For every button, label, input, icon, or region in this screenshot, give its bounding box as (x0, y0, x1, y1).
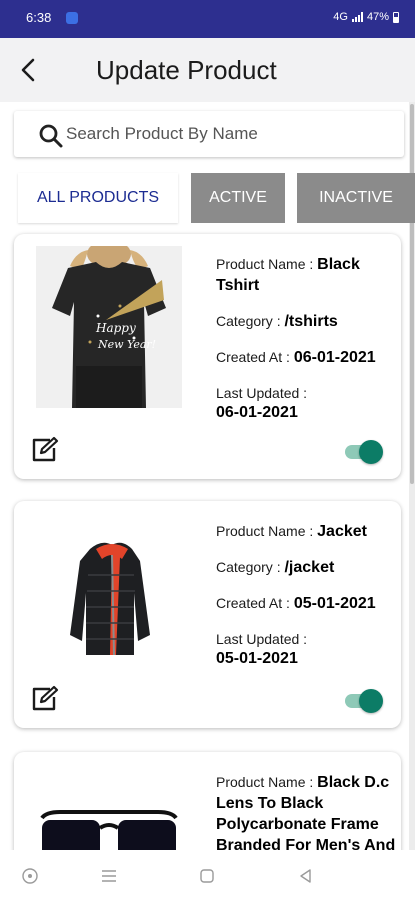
tab-inactive[interactable]: INACTIVE (297, 173, 415, 223)
arrow-left-icon (21, 58, 35, 82)
status-toggle[interactable] (345, 440, 383, 464)
category-label: Category : (216, 313, 285, 329)
updated-value: 06-01-2021 (216, 404, 298, 421)
scrollbar-thumb[interactable] (410, 104, 414, 484)
assistant-icon[interactable] (20, 866, 40, 886)
tshirt-print-line2: New Year! (97, 338, 156, 351)
status-toggle[interactable] (345, 689, 383, 713)
category-row: Category : /jacket (216, 557, 396, 578)
category-value: /tshirts (284, 313, 338, 330)
edit-icon (32, 685, 59, 711)
app-header: Update Product (0, 38, 415, 102)
status-indicators: 4G 47% (333, 11, 399, 23)
updated-label: Last Updated : (216, 385, 308, 401)
product-name-label: Product Name : (216, 523, 318, 539)
product-name-row: Product Name : Black Tshirt (216, 254, 396, 296)
product-name-row: Product Name : Jacket (216, 521, 396, 542)
created-value: 05-01-2021 (293, 595, 376, 612)
edit-icon (32, 436, 59, 462)
signal-icon (351, 12, 363, 22)
battery-percent: 47% (366, 11, 389, 23)
menu-icon[interactable] (99, 866, 119, 886)
tab-all-products[interactable]: ALL PRODUCTS (18, 173, 178, 223)
search-icon[interactable] (38, 123, 64, 149)
created-value: 06-01-2021 (293, 349, 376, 366)
updated-label: Last Updated : (216, 631, 308, 647)
toggle-knob (359, 689, 383, 713)
updated-row: Last Updated : 05-01-2021 (216, 629, 396, 669)
created-label: Created At : (216, 595, 294, 611)
edit-button[interactable] (30, 685, 60, 713)
page-title: Update Product (96, 55, 277, 85)
created-row: Created At : 05-01-2021 (216, 593, 396, 614)
product-image (36, 513, 182, 675)
tab-active[interactable]: ACTIVE (191, 173, 285, 223)
created-row: Created At : 06-01-2021 (216, 347, 396, 368)
back-button[interactable] (14, 56, 42, 84)
product-name-row: Product Name : Black D.c Lens To Black P… (216, 772, 396, 856)
updated-value: 05-01-2021 (216, 650, 298, 667)
tshirt-print-line1: Happy (95, 321, 136, 335)
product-name-label: Product Name : (216, 256, 318, 272)
search-input[interactable] (66, 117, 396, 151)
product-image: Happy New Year! (36, 246, 182, 408)
status-bar: 6:38 4G 47% (0, 0, 415, 38)
toggle-knob (359, 440, 383, 464)
product-details: Product Name : Black Tshirt Category : /… (216, 254, 396, 438)
battery-icon (393, 11, 399, 23)
category-row: Category : /tshirts (216, 311, 396, 332)
back-nav-icon[interactable] (296, 866, 316, 886)
product-name: Jacket (317, 523, 367, 540)
updated-row: Last Updated : 06-01-2021 (216, 383, 396, 423)
product-details: Product Name : Jacket Category : /jacket… (216, 521, 396, 684)
category-label: Category : (216, 559, 285, 575)
app-notification-icon (66, 12, 78, 24)
edit-button[interactable] (30, 436, 60, 464)
status-time: 6:38 (26, 10, 52, 25)
network-type: 4G (333, 11, 348, 23)
created-label: Created At : (216, 349, 294, 365)
product-card[interactable]: Happy New Year! Product Name : Black Tsh… (14, 234, 401, 479)
category-value: /jacket (284, 559, 335, 576)
search-bar (14, 111, 404, 157)
product-name-label: Product Name : (216, 774, 318, 790)
product-card[interactable]: Product Name : Jacket Category : /jacket… (14, 501, 401, 728)
home-icon[interactable] (197, 866, 217, 886)
system-nav-bar (0, 850, 415, 900)
